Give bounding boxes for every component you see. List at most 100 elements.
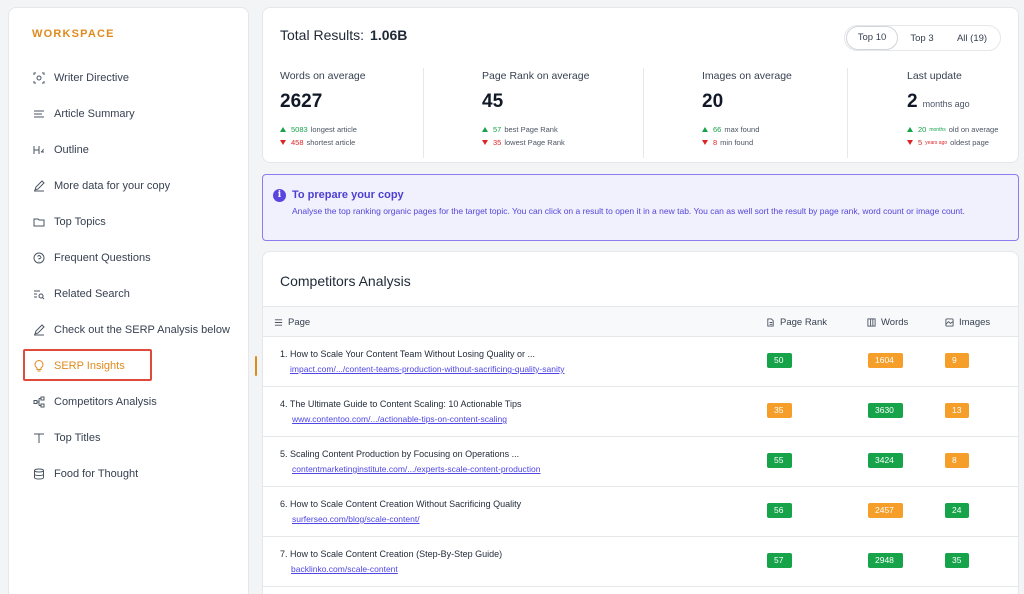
lines-icon <box>274 319 283 326</box>
result-url[interactable]: backlinko.com/scale-content <box>291 564 398 574</box>
database-icon <box>33 468 45 480</box>
stat-max-value: 5083 <box>291 125 308 134</box>
sidebar-item-label: Related Search <box>54 288 130 300</box>
column-images[interactable]: Images <box>945 317 990 328</box>
result-title: 4. The Ultimate Guide to Content Scaling… <box>280 399 522 409</box>
sidebar-item-food-for-thought[interactable]: Food for Thought <box>23 456 249 492</box>
table-header: Page Page Rank Words Images <box>263 306 1018 337</box>
result-url[interactable]: www.contentoo.com/.../actionable-tips-on… <box>292 414 507 424</box>
table-row[interactable]: 6. How to Scale Content Creation Without… <box>263 487 1018 537</box>
result-title: 7. How to Scale Content Creation (Step-B… <box>280 549 503 559</box>
stat-label: Words on average <box>280 70 366 82</box>
sidebar-item-label: Top Topics <box>54 216 106 228</box>
column-page-rank[interactable]: Page Rank <box>766 317 827 328</box>
sidebar-item-related-search[interactable]: Related Search <box>23 276 249 312</box>
highlight-box <box>23 349 152 381</box>
table-row[interactable]: 4. The Ultimate Guide to Content Scaling… <box>263 387 1018 437</box>
tab-top-10[interactable]: Top 10 <box>846 26 898 50</box>
up-arrow-icon <box>702 127 708 132</box>
info-banner: i To prepare your copy Analyse the top r… <box>262 174 1019 241</box>
column-label: Images <box>959 317 991 328</box>
sidebar-item-label: Top Titles <box>54 432 101 444</box>
sidebar-item-top-titles[interactable]: Top Titles <box>23 420 249 456</box>
stat-max-text: old on average <box>948 125 999 134</box>
column-words[interactable]: Words <box>867 317 908 328</box>
stat-min: 35 lowest Page Rank <box>482 138 589 147</box>
stats-card: Total Results: 1.06B Top 10 Top 3 All (19… <box>262 7 1019 163</box>
column-page[interactable]: Page <box>274 317 310 328</box>
divider <box>847 68 848 158</box>
sidebar-item-label: Article Summary <box>54 108 135 120</box>
stat-max-value: 66 <box>713 125 722 134</box>
sidebar: WORKSPACE Writer Directive Article Summa… <box>8 7 257 594</box>
table-row[interactable]: 1. How to Scale Your Content Team Withou… <box>263 337 1018 387</box>
sidebar-item-label: Food for Thought <box>54 468 139 480</box>
stat-max-unit: months <box>929 126 946 133</box>
stat-value: 20 <box>702 91 724 112</box>
images-badge: 24 <box>945 503 969 518</box>
down-arrow-icon <box>702 140 708 145</box>
sidebar-item-article-summary[interactable]: Article Summary <box>23 96 249 132</box>
page-rank-badge: 55 <box>767 453 792 468</box>
stat-min-value: 458 <box>291 138 304 147</box>
stat-value: 2 months ago <box>907 91 998 113</box>
sidebar-item-serp-insights[interactable]: SERP Insights <box>23 348 257 384</box>
pencil-icon <box>33 324 45 336</box>
sidebar-item-top-topics[interactable]: Top Topics <box>23 204 249 240</box>
target-icon <box>33 72 45 84</box>
sidebar-item-competitors-analysis[interactable]: Competitors Analysis <box>23 384 249 420</box>
words-badge: 2457 <box>868 503 903 518</box>
stat-label: Last update <box>907 70 962 82</box>
pencil-icon <box>33 180 45 192</box>
sidebar-item-outline[interactable]: Outline <box>23 132 249 168</box>
down-arrow-icon <box>907 140 913 145</box>
stat-min: 8 min found <box>702 138 792 147</box>
info-title: To prepare your copy <box>292 189 404 201</box>
question-icon <box>33 252 45 264</box>
up-arrow-icon <box>280 127 286 132</box>
columns-icon <box>867 318 876 327</box>
result-url[interactable]: surferseo.com/blog/scale-content/ <box>292 514 420 524</box>
tab-top-3[interactable]: Top 3 <box>898 33 946 44</box>
sidebar-item-writer-directive[interactable]: Writer Directive <box>23 60 249 96</box>
total-results-label: Total Results: <box>280 27 365 43</box>
stat-max: 66 max found <box>702 125 792 134</box>
page-rank-badge: 56 <box>767 503 792 518</box>
stat-max-text: max found <box>724 125 760 134</box>
active-indicator <box>255 356 257 376</box>
sidebar-nav: Writer Directive Article Summary Outline… <box>23 60 257 492</box>
images-badge: 13 <box>945 403 969 418</box>
sidebar-item-serp-analysis[interactable]: Check out the SERP Analysis below <box>23 312 249 348</box>
images-badge: 9 <box>945 353 969 368</box>
stat-last-update: Last update 2 months ago 20 months old on a… <box>907 70 998 147</box>
document-icon <box>767 318 774 327</box>
up-arrow-icon <box>907 127 913 132</box>
info-text: Analyse the top ranking organic pages fo… <box>292 206 965 216</box>
result-title: 6. How to Scale Content Creation Without… <box>280 499 522 509</box>
table-row[interactable]: 5. Scaling Content Production by Focusin… <box>263 437 1018 487</box>
result-title: 1. How to Scale Your Content Team Withou… <box>280 349 535 359</box>
image-icon <box>945 318 954 327</box>
table-row[interactable]: 7. How to Scale Content Creation (Step-B… <box>263 537 1018 587</box>
stat-words: Words on average 2627 5083 longest articl… <box>280 70 366 147</box>
result-url[interactable]: impact.com/.../content-teams-production-… <box>290 364 564 374</box>
stat-max-text: best Page Rank <box>504 125 558 134</box>
stat-min-text: shortest article <box>306 138 356 147</box>
stat-max-text: longest article <box>310 125 357 134</box>
stat-min-value: 35 <box>493 138 502 147</box>
column-label: Page Rank <box>780 317 828 328</box>
sidebar-item-label: More data for your copy <box>54 180 171 192</box>
competitors-card: Competitors Analysis Page Page Rank Word… <box>262 251 1019 594</box>
words-badge: 3424 <box>868 453 903 468</box>
result-url[interactable]: contentmarketinginstitute.com/.../expert… <box>292 464 541 474</box>
sidebar-item-label: Check out the SERP Analysis below <box>54 324 230 336</box>
text-icon <box>33 432 45 444</box>
sidebar-item-more-data[interactable]: More data for your copy <box>23 168 249 204</box>
workspace-title: WORKSPACE <box>32 28 115 40</box>
lines-icon <box>33 108 45 120</box>
tab-all[interactable]: All (19) <box>946 33 998 44</box>
column-label: Page <box>288 317 311 328</box>
sidebar-item-frequent-questions[interactable]: Frequent Questions <box>23 240 249 276</box>
stat-min: 458 shortest article <box>280 138 366 147</box>
down-arrow-icon <box>482 140 488 145</box>
